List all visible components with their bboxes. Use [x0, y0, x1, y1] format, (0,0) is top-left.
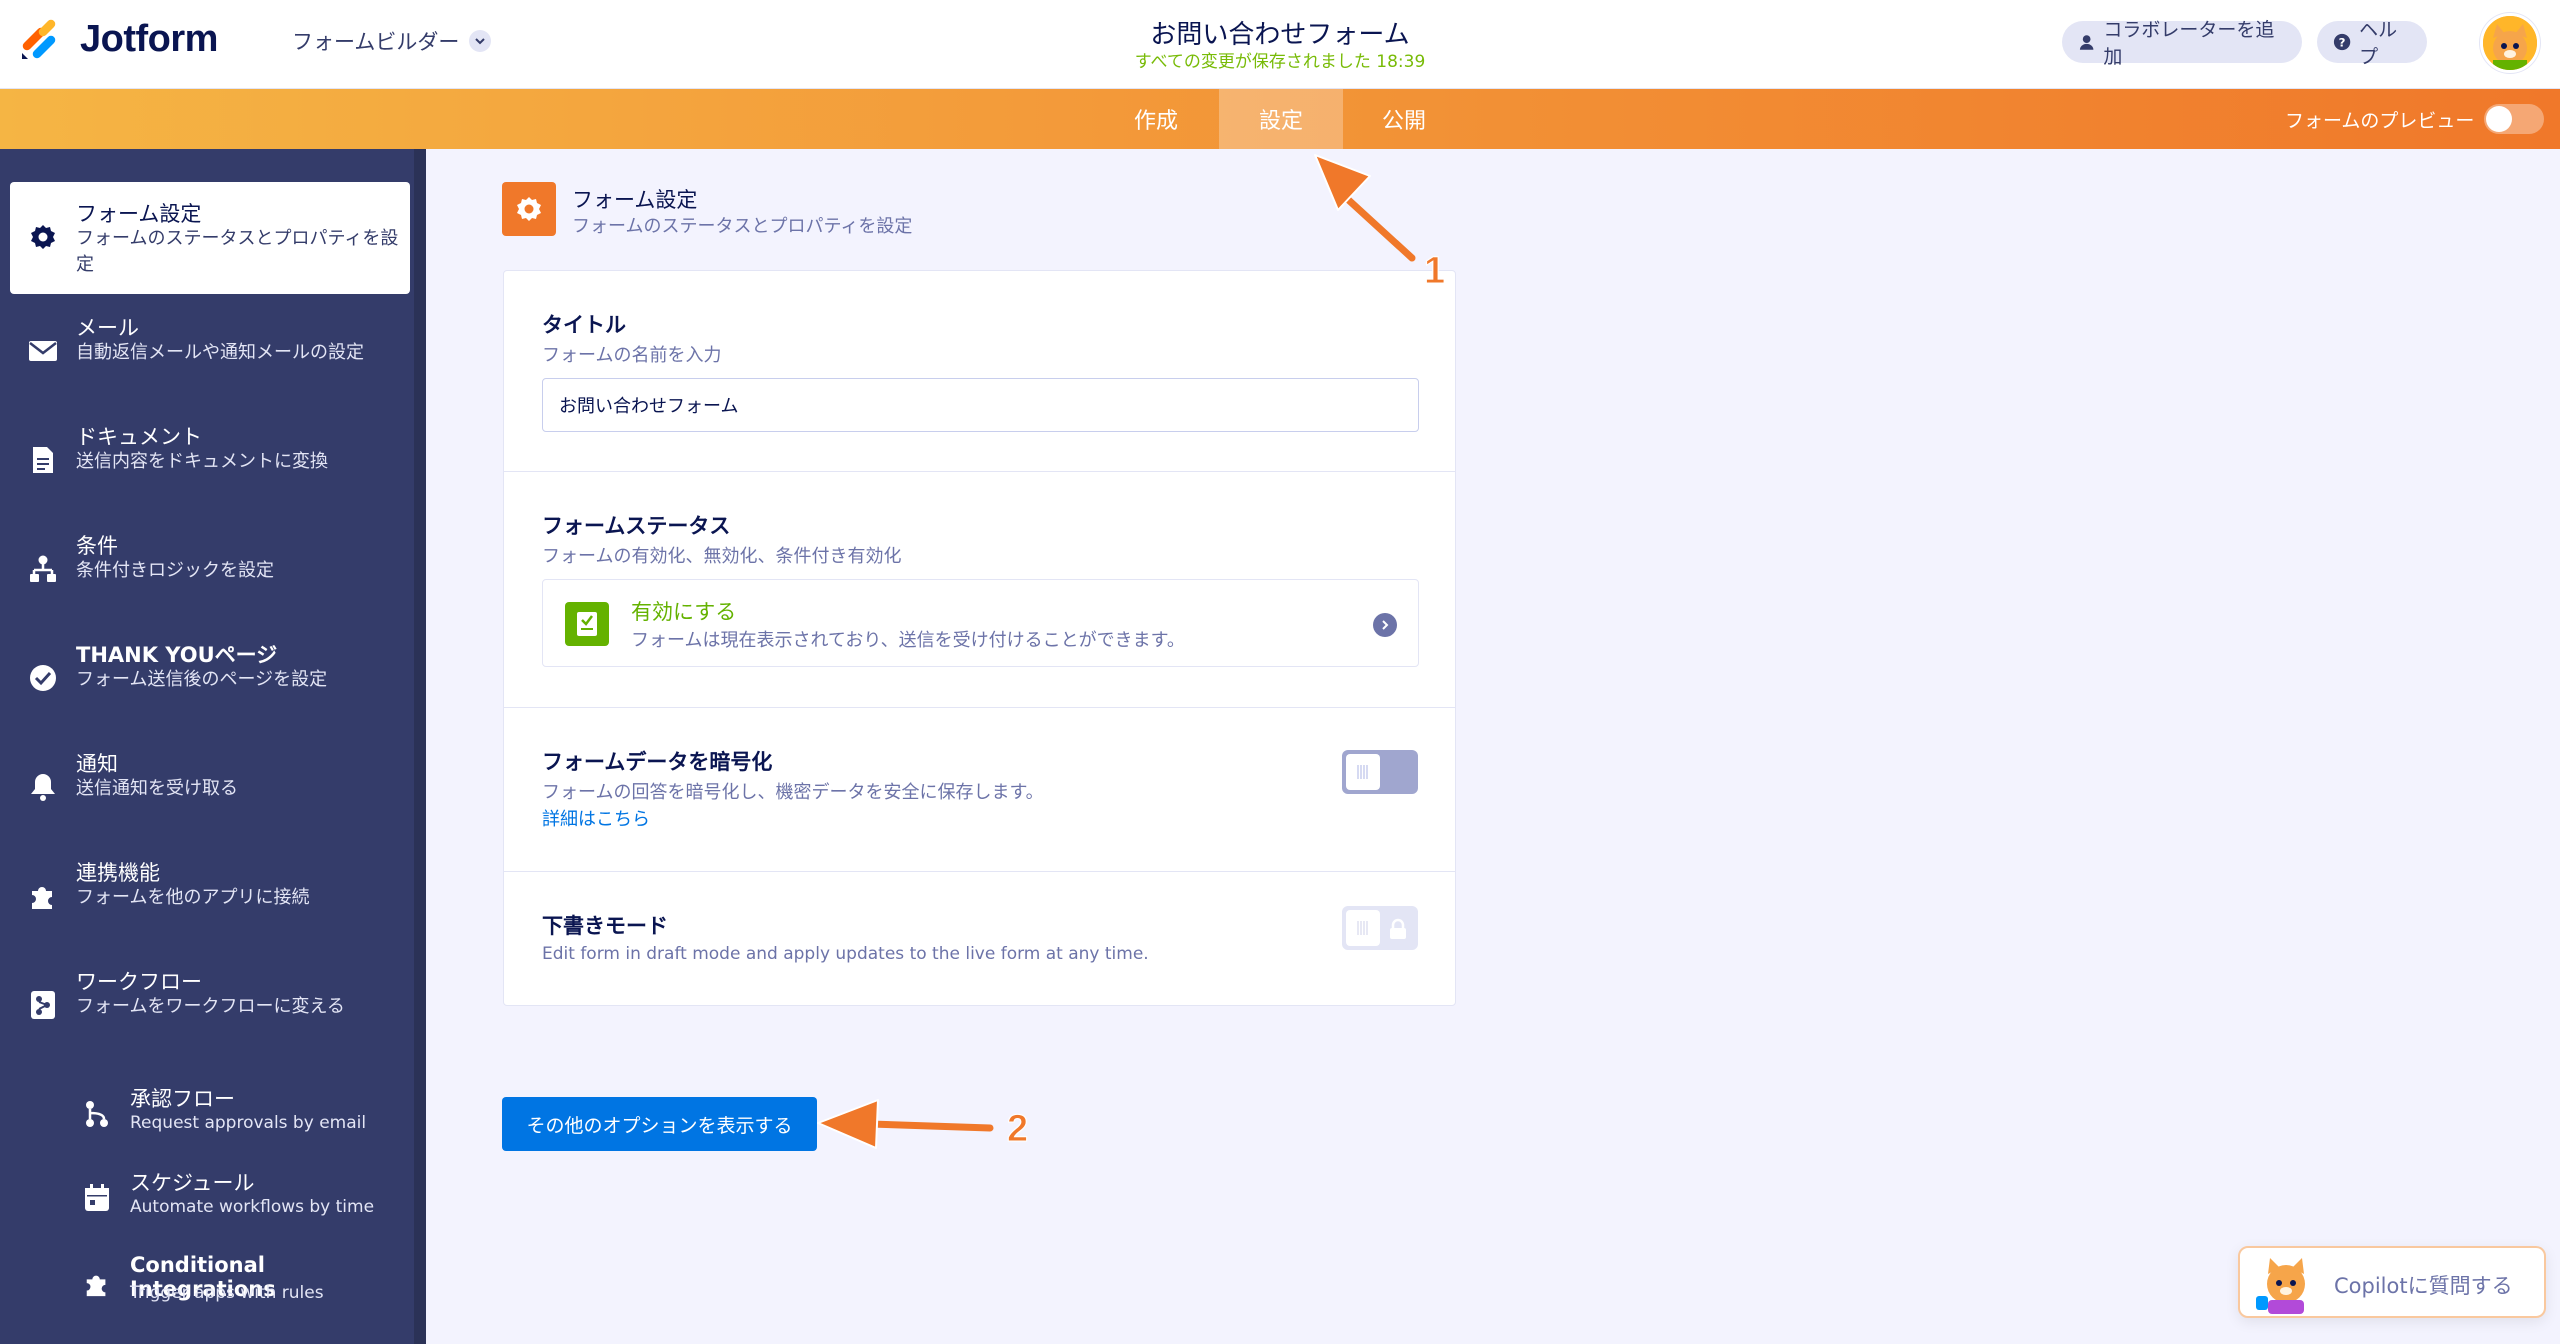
draft-mode-hint: Edit form in draft mode and apply update…: [542, 944, 1149, 964]
sidebar-item-title: ワークフロー: [76, 970, 202, 994]
sidebar-item-desc: フォームを他のアプリに接続: [76, 887, 310, 908]
sidebar-item-desc: フォームのステータスとプロパティを設定: [76, 228, 399, 275]
title-hint: フォームの名前を入力: [542, 345, 722, 366]
form-status-select[interactable]: 有効にする フォームは現在表示されており、送信を受け付けることができます。: [542, 579, 1419, 667]
sidebar-item-thank-you[interactable]: THANK YOUページ フォーム送信後のページを設定: [10, 623, 410, 735]
sidebar-item-email[interactable]: メール 自動返信メールや通知メールの設定: [10, 296, 410, 408]
approval-flow-icon: [80, 1097, 114, 1131]
learn-more-link[interactable]: 詳細はこちら: [542, 805, 650, 831]
settings-sidebar: フォーム設定 フォームのステータスとプロパティを設定 メール 自動返信メールや通…: [0, 149, 426, 1344]
draft-mode-label: 下書きモード: [542, 914, 668, 938]
sidebar-item-documents[interactable]: ドキュメント 送信内容をドキュメントに変換: [10, 405, 410, 517]
question-icon: ?: [2333, 33, 2351, 51]
sidebar-item-title: 条件: [76, 534, 118, 558]
chevron-right-icon: [1373, 613, 1397, 637]
sidebar-item-desc: 送信通知を受け取る: [76, 778, 238, 799]
top-header: Jotform フォームビルダー お問い合わせフォーム すべての変更が保存されま…: [0, 0, 2560, 89]
add-collaborator-button[interactable]: コラボレーターを追加: [2062, 19, 2302, 68]
sidebar-item-title: 通知: [76, 752, 118, 776]
sidebar-subitem-schedule[interactable]: スケジュール Automate workflows by time: [80, 1165, 410, 1235]
sidebar-item-desc: フォームをワークフローに変える: [76, 996, 345, 1017]
sidebar-subitem-desc: Trigger apps with rules: [130, 1283, 324, 1303]
bell-icon: [26, 770, 60, 804]
sidebar-subitem-desc: Request approvals by email: [130, 1113, 367, 1133]
sidebar-item-title: 連携機能: [76, 861, 160, 885]
annotation-number-2: 2: [1006, 1108, 1029, 1151]
form-settings-card: タイトル フォームの名前を入力 お問い合わせフォーム フォームステータス フォー…: [503, 270, 1456, 1006]
check-circle-icon: [26, 661, 60, 695]
form-status-hint: フォームの有効化、無効化、条件付き有効化: [542, 546, 902, 567]
sidebar-subitem-title: 承認フロー: [130, 1087, 235, 1111]
sidebar-item-desc: 送信内容をドキュメントに変換: [76, 451, 328, 472]
title-label: タイトル: [542, 313, 626, 337]
sidebar-item-title: フォーム設定: [76, 202, 202, 226]
copilot-ask-button[interactable]: Copilotに質問する: [2238, 1246, 2546, 1318]
sidebar-item-notifications[interactable]: 通知 送信通知を受け取る: [10, 732, 410, 844]
annotation-number-1: 1: [1423, 250, 1446, 293]
sidebar-item-workflows[interactable]: ワークフロー フォームをワークフローに変える: [10, 950, 410, 1062]
help-button[interactable]: ? ヘルプ: [2317, 19, 2427, 68]
user-icon: [2079, 35, 2094, 50]
puzzle-icon: [80, 1267, 114, 1301]
sidebar-item-desc: フォーム送信後のページを設定: [76, 669, 328, 690]
sidebar-item-title: THANK YOUページ: [76, 643, 278, 667]
form-preview-label: フォームのプレビュー: [2285, 110, 2475, 132]
document-icon: [26, 443, 60, 477]
copilot-mascot-icon: [2256, 1258, 2305, 1314]
toggle-knob: [1346, 910, 1380, 946]
encrypt-hint: フォームの回答を暗号化し、機密データを安全に保存します。: [542, 782, 1044, 803]
form-title-input[interactable]: お問い合わせフォーム: [542, 378, 1419, 432]
copilot-label: Copilotに質問する: [2334, 1274, 2513, 1298]
user-avatar[interactable]: [2480, 13, 2540, 73]
sidebar-item-desc: 自動返信メールや通知メールの設定: [76, 342, 364, 363]
section-subtitle: フォームのステータスとプロパティを設定: [572, 216, 913, 237]
avatar-cat-icon: [2483, 16, 2537, 70]
draft-mode-setting: 下書きモード Edit form in draft mode and apply…: [504, 872, 1455, 1006]
form-status-label: フォームステータス: [542, 514, 731, 538]
section-title: フォーム設定: [572, 188, 698, 212]
sidebar-scrollbar[interactable]: [414, 149, 426, 1344]
svg-text:?: ?: [2339, 36, 2346, 50]
envelope-icon: [26, 334, 60, 368]
puzzle-icon: [26, 879, 60, 913]
encrypt-toggle[interactable]: [1342, 750, 1418, 794]
show-more-options-button[interactable]: その他のオプションを表示する: [502, 1097, 817, 1151]
annotation-arrow-2: [817, 1099, 994, 1149]
form-status-setting: フォームステータス フォームの有効化、無効化、条件付き有効化 有効にする フォー…: [504, 472, 1455, 708]
sidebar-item-conditions[interactable]: 条件 条件付きロジックを設定: [10, 514, 410, 626]
encrypt-label: フォームデータを暗号化: [542, 750, 773, 774]
sidebar-item-form-settings[interactable]: フォーム設定 フォームのステータスとプロパティを設定: [10, 182, 410, 294]
title-setting: タイトル フォームの名前を入力 お問い合わせフォーム: [504, 271, 1455, 472]
status-option-title: 有効にする: [631, 600, 737, 624]
encrypt-setting: フォームデータを暗号化 フォームの回答を暗号化し、機密データを安全に保存します。…: [504, 708, 1455, 872]
sidebar-item-desc: 条件付きロジックを設定: [76, 560, 274, 581]
toggle-knob: [2486, 106, 2512, 132]
add-collaborator-label: コラボレーターを追加: [2103, 19, 2275, 68]
status-option-desc: フォームは現在表示されており、送信を受け付けることができます。: [631, 630, 1185, 651]
sidebar-subitem-approval-flow[interactable]: 承認フロー Request approvals by email: [80, 1081, 410, 1151]
sidebar-item-integrations[interactable]: 連携機能 フォームを他のアプリに接続: [10, 841, 410, 953]
hierarchy-icon: [26, 552, 60, 586]
sidebar-item-title: ドキュメント: [76, 425, 202, 449]
tab-build[interactable]: 作成: [1097, 89, 1215, 149]
sidebar-subitem-title: スケジュール: [130, 1171, 255, 1195]
sidebar-subitem-conditional-integrations[interactable]: Conditional Integrations Trigger apps wi…: [80, 1251, 410, 1321]
draft-mode-toggle[interactable]: [1342, 906, 1418, 950]
gear-icon: [502, 182, 556, 236]
calendar-icon: [80, 1181, 114, 1215]
lock-icon: [1390, 918, 1406, 939]
builder-nav: 作成 設定 公開 フォームのプレビュー: [0, 89, 2560, 149]
annotation-arrow-1: [1314, 154, 1416, 262]
toggle-knob: [1346, 754, 1380, 790]
gear-icon: [26, 220, 60, 254]
help-label: ヘルプ: [2359, 19, 2398, 68]
sidebar-item-title: メール: [76, 316, 139, 340]
workflow-icon: [26, 988, 60, 1022]
form-preview-toggle[interactable]: [2484, 104, 2544, 134]
sidebar-subitem-desc: Automate workflows by time: [130, 1197, 375, 1217]
active-form-icon: [565, 602, 609, 646]
